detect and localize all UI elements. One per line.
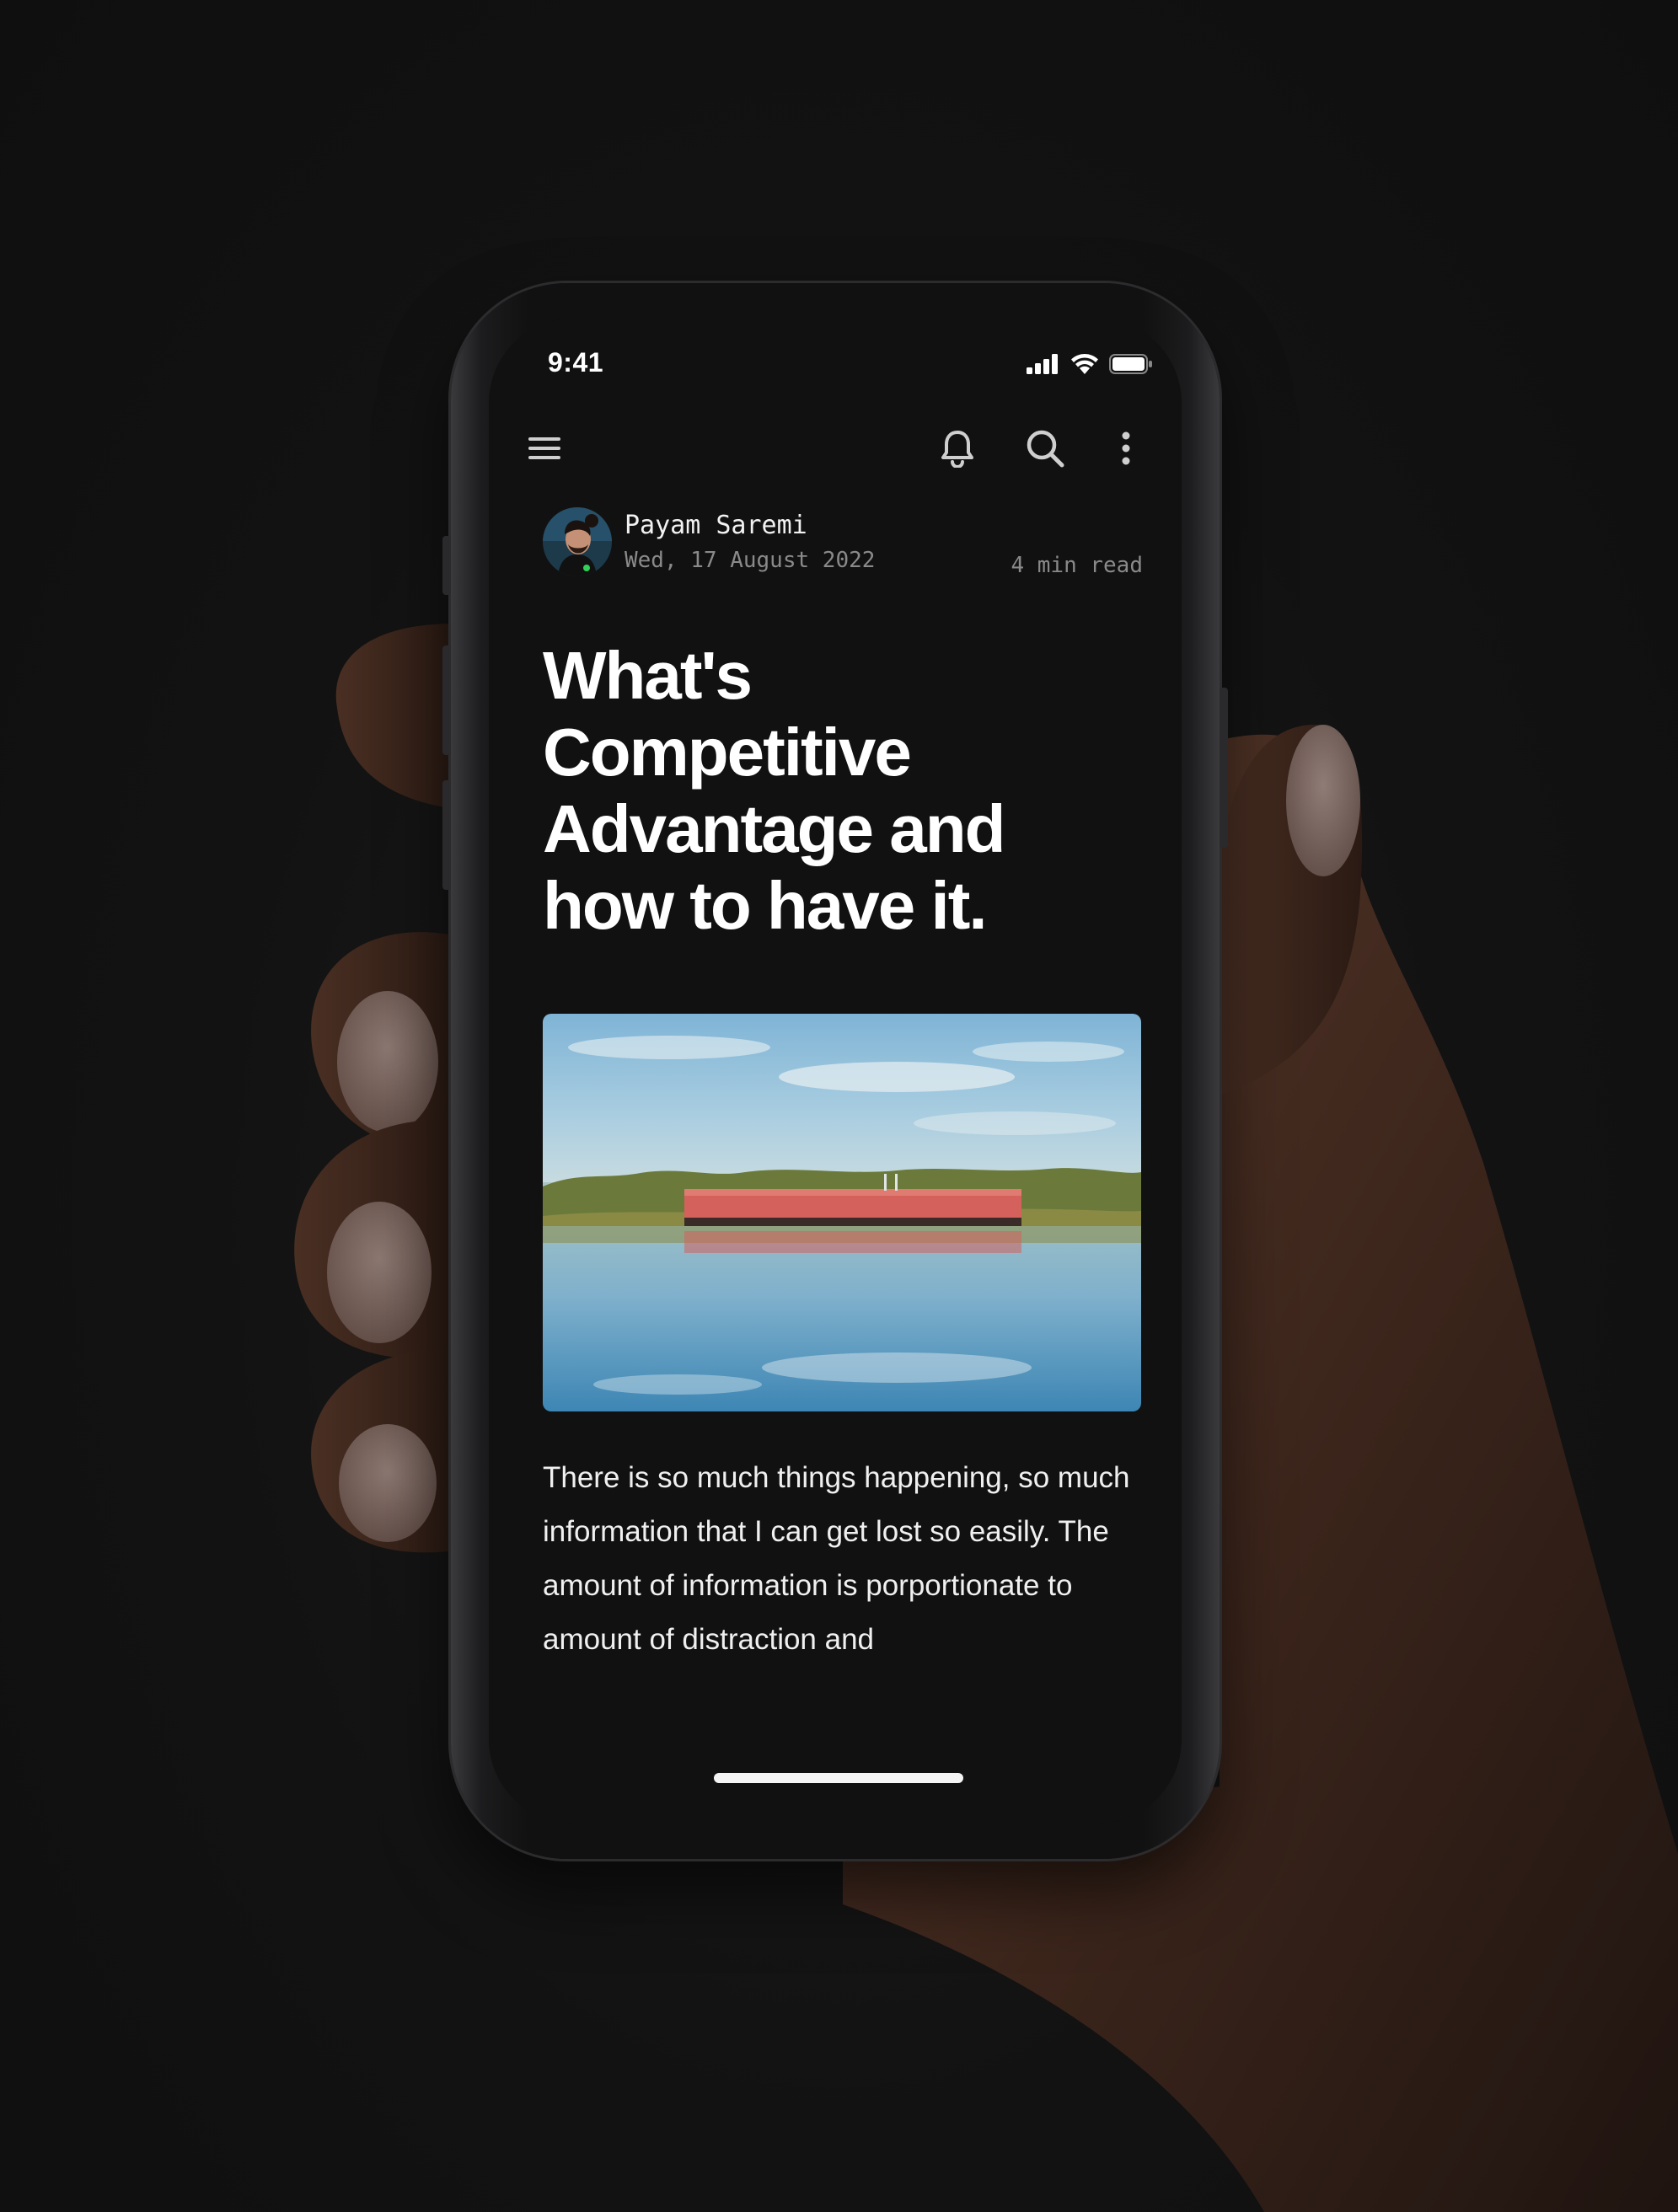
more-options-button[interactable]	[1101, 423, 1151, 474]
hero-image[interactable]	[543, 1014, 1141, 1411]
post-date: Wed, 17 August 2022	[625, 548, 876, 573]
wifi-icon	[1071, 354, 1098, 374]
status-time: 9:41	[548, 347, 604, 378]
author-avatar[interactable]	[543, 507, 612, 576]
read-time: 4 min read	[1011, 553, 1143, 578]
status-bar: 9:41	[489, 319, 1182, 411]
search-icon	[1027, 430, 1064, 468]
volume-down-button	[442, 780, 451, 890]
article-meta: Payam Saremi Wed, 17 August 2022 4 min r…	[543, 507, 1143, 583]
phone-frame: 9:41 Payam Saremi Wed, 17 August 2022 4 …	[442, 283, 1228, 1859]
search-button[interactable]	[1020, 423, 1070, 474]
more-icon	[1122, 431, 1130, 465]
article-body: There is so much things happening, so mu…	[543, 1461, 1130, 1656]
phone-screen: 9:41 Payam Saremi Wed, 17 August 2022 4 …	[489, 319, 1182, 1824]
bell-icon	[941, 431, 973, 468]
status-icons	[1027, 352, 1153, 374]
author-name[interactable]: Payam Saremi	[625, 511, 807, 540]
power-button	[1220, 688, 1228, 848]
app-toolbar	[489, 411, 1182, 487]
cellular-signal-icon	[1027, 354, 1058, 374]
notifications-button[interactable]	[932, 423, 983, 474]
mute-switch	[442, 536, 451, 595]
mockup-stage: 9:41 Payam Saremi Wed, 17 August 2022 4 …	[0, 0, 1678, 2212]
menu-button[interactable]	[521, 425, 568, 472]
battery-icon	[1109, 354, 1152, 374]
lake-photo	[543, 1014, 1141, 1411]
home-indicator[interactable]	[714, 1773, 963, 1783]
avatar-photo	[543, 507, 612, 576]
article-title: What's Competitive Advantage and how to …	[543, 638, 1005, 943]
menu-icon	[528, 437, 560, 459]
volume-up-button	[442, 645, 451, 755]
